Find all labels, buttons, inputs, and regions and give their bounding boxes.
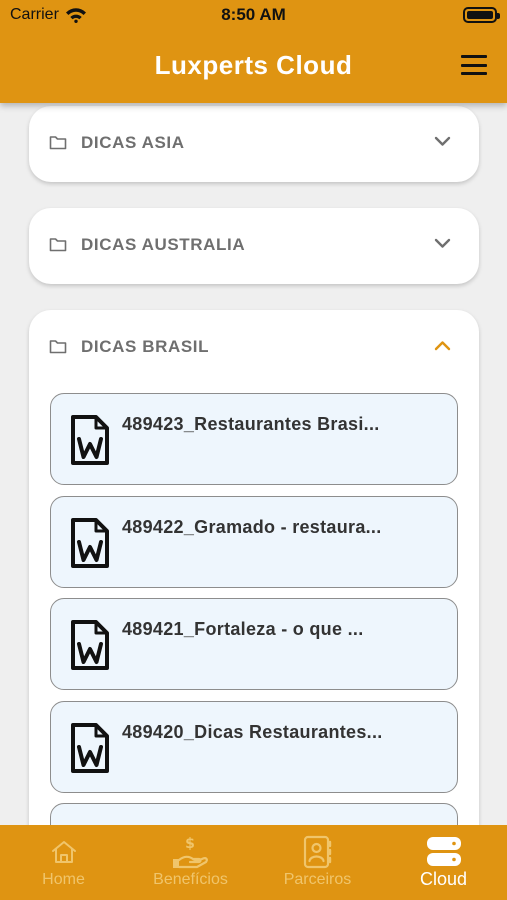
file-item[interactable]: 489422_Gramado - restaura... [50, 496, 458, 588]
tab-label: Benefícios [153, 871, 228, 888]
folder-list: DICAS ASIA DICAS AUSTRALIA DICAS BRASIL [0, 103, 507, 825]
tab-parceiros[interactable]: Parceiros [254, 825, 381, 900]
folder-label: DICAS ASIA [81, 133, 185, 152]
svg-text:$: $ [185, 836, 195, 852]
folder-icon [49, 136, 67, 150]
tab-label: Home [42, 871, 85, 888]
tab-label: Parceiros [283, 871, 352, 888]
folder-label: DICAS AUSTRALIA [81, 235, 246, 254]
chevron-up-icon[interactable] [434, 340, 451, 351]
contacts-icon [303, 835, 331, 869]
folder-label: DICAS BRASIL [81, 337, 210, 356]
folder-icon [49, 340, 67, 354]
folder-icon [49, 238, 67, 252]
folder-header[interactable]: DICAS ASIA [29, 106, 479, 182]
hamburger-menu-icon[interactable] [461, 55, 487, 75]
folder-header[interactable]: DICAS BRASIL [29, 310, 479, 386]
server-icon [426, 837, 461, 866]
tab-cloud[interactable]: Cloud [380, 825, 507, 900]
page-title: Luxperts Cloud [154, 50, 353, 80]
chevron-down-icon[interactable] [434, 136, 451, 147]
file-name: 489423_Restaurantes Brasi... [122, 414, 380, 434]
file-name: 489421_Fortaleza - o que ... [122, 619, 364, 639]
folder-card-australia: DICAS AUSTRALIA [29, 208, 479, 284]
file-item[interactable]: 489421_Fortaleza - o que ... [50, 598, 458, 690]
status-bar: Carrier 8:50 AM [0, 0, 507, 30]
word-document-icon [71, 518, 109, 568]
file-item[interactable]: 489423_Restaurantes Brasi... [50, 393, 458, 485]
tab-home[interactable]: Home [0, 825, 127, 900]
file-item[interactable] [50, 803, 458, 825]
chevron-down-icon[interactable] [434, 238, 451, 249]
folder-header[interactable]: DICAS AUSTRALIA [29, 208, 479, 284]
hand-dollar-icon: $ [172, 836, 208, 869]
file-item[interactable]: 489420_Dicas Restaurantes... [50, 701, 458, 793]
bottom-tab-bar: Home $ Benefícios Parceiros Cloud [0, 825, 507, 900]
status-time: 8:50 AM [221, 5, 286, 24]
app-header: Carrier 8:50 AM Luxperts Cloud [0, 0, 507, 103]
tab-beneficios[interactable]: $ Benefícios [127, 825, 254, 900]
file-name: 489422_Gramado - restaura... [122, 517, 382, 537]
word-document-icon [71, 723, 109, 773]
folder-card-asia: DICAS ASIA [29, 106, 479, 182]
word-document-icon [71, 620, 109, 670]
folder-card-brasil: DICAS BRASIL 489423_Restaurantes Brasi..… [29, 310, 479, 825]
file-name: 489420_Dicas Restaurantes... [122, 722, 383, 742]
word-document-icon [71, 415, 109, 465]
battery-icon [463, 7, 500, 23]
home-icon [51, 841, 76, 863]
tab-label: Cloud [419, 869, 468, 889]
